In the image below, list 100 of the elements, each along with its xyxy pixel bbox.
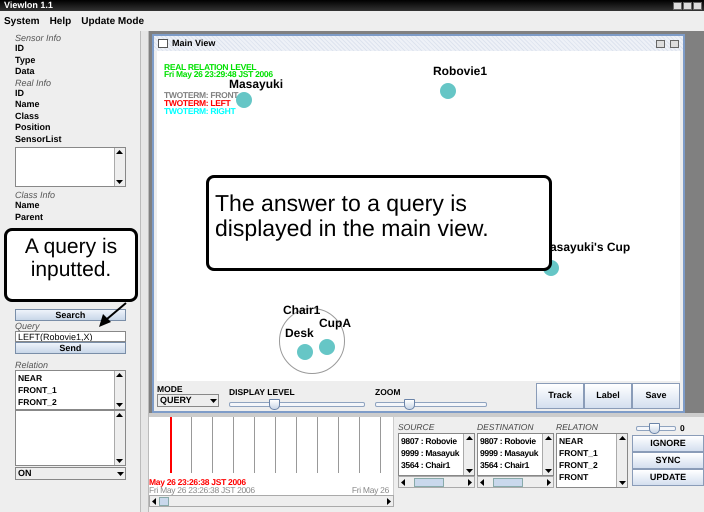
section-heading: Real Info (15, 78, 52, 88)
scrollbar[interactable] (114, 411, 125, 465)
scroll-up-icon[interactable] (544, 434, 552, 443)
scroll-thumb[interactable] (414, 478, 444, 486)
field-label: Class (15, 110, 40, 122)
scrollbar[interactable] (542, 434, 553, 475)
restore-button[interactable] (656, 40, 665, 48)
list-item[interactable]: 9807 : Robovie (480, 435, 540, 447)
close-button[interactable] (692, 2, 702, 10)
node-label: Masayuki (229, 78, 284, 91)
list-item[interactable]: 9999 : Masayuk (480, 447, 540, 459)
scrollbar[interactable] (463, 434, 474, 475)
node-label: Desk (285, 327, 314, 340)
callout: The answer to a query is displayed in the main view. (206, 175, 552, 271)
callout: A query is inputted. (4, 228, 138, 302)
scroll-up-icon[interactable] (464, 434, 474, 443)
field-label: Name (15, 99, 41, 110)
toolbar-button[interactable]: Label (584, 383, 632, 409)
maximize-button[interactable] (682, 2, 692, 10)
field-label: SensorList (15, 134, 63, 145)
field-label: Position (15, 122, 52, 134)
scroll-right-icon[interactable] (384, 496, 393, 506)
dropdown-arrow-icon[interactable] (116, 469, 125, 478)
scroll-thumb[interactable] (493, 478, 523, 486)
field-label: Data (15, 66, 36, 78)
field-label: Parent (15, 212, 44, 223)
legend-item: TWOTERM: FRONT (164, 91, 238, 99)
list-item[interactable]: NEAR (559, 435, 614, 447)
list-item[interactable]: NEAR (18, 372, 112, 384)
node-label: CupA (319, 317, 351, 330)
field-label: Type (15, 54, 36, 66)
node-dot[interactable] (440, 83, 456, 99)
timestamp: Fri May 26 23:29:48 JST 2006 (164, 70, 273, 78)
legend-item: TWOTERM: LEFT (164, 99, 230, 107)
control-label: ZOOM (375, 386, 402, 397)
field-label: ID (15, 88, 25, 99)
node-label: Robovie1 (433, 65, 488, 78)
action-button[interactable]: SYNC (632, 452, 704, 469)
slider-value: 0 (680, 423, 685, 433)
start-time: Fri May 26 23:26:38 JST 2006 (149, 486, 255, 494)
send-button[interactable]: Send (15, 342, 126, 354)
column-heading: RELATION (556, 421, 599, 433)
scroll-down-icon[interactable] (115, 177, 124, 186)
control-label: DISPLAY LEVEL (229, 386, 296, 397)
scrollbar[interactable] (114, 148, 125, 186)
list-item[interactable]: FRONT_2 (559, 459, 614, 471)
section-heading: Class Info (15, 190, 56, 200)
scroll-thumb[interactable] (159, 496, 169, 506)
node-dot[interactable] (297, 344, 313, 360)
list-item[interactable]: FRONT_1 (18, 384, 112, 396)
menu-item[interactable]: System (4, 14, 40, 28)
window-title: Viewlon 1.1 (4, 0, 53, 11)
scroll-down-icon[interactable] (618, 478, 626, 487)
action-button[interactable]: IGNORE (632, 435, 704, 452)
scroll-down-icon[interactable] (115, 456, 124, 465)
slider-thumb[interactable] (649, 422, 660, 434)
overlay-text: REAL RELATION LEVEL (164, 63, 256, 71)
scrollbar[interactable] (616, 434, 627, 487)
minimize-button[interactable] (672, 2, 682, 10)
scrollbar[interactable] (477, 476, 554, 488)
field-label: Relation (15, 360, 50, 370)
toolbar-button[interactable]: Track (536, 383, 584, 409)
column-heading: DESTINATION (477, 421, 535, 433)
control-label: MODE (157, 384, 184, 394)
list-item[interactable]: FRONT_2 (18, 396, 112, 408)
list-item[interactable]: FRONT_1 (559, 447, 614, 459)
list-item[interactable]: FRONT (559, 471, 614, 483)
end-time: Fri May 26 (352, 486, 389, 494)
slider-thumb[interactable] (404, 398, 415, 410)
menu-item[interactable]: Help (50, 14, 72, 28)
time-marker (170, 417, 172, 474)
window-icon (158, 39, 168, 48)
list-item[interactable]: 3564 : Chair1 (480, 459, 540, 471)
search-button[interactable]: Search (15, 309, 126, 321)
scroll-up-icon[interactable] (115, 371, 124, 380)
scroll-up-icon[interactable] (115, 148, 124, 157)
scrollbar[interactable] (114, 371, 125, 409)
node-dot[interactable] (319, 339, 335, 355)
query-field[interactable]: LEFT(Robovie1,X) (15, 331, 126, 342)
mode-dropdown[interactable]: QUERY (157, 394, 219, 407)
scrollbar[interactable] (398, 476, 475, 488)
window-title: Main View (172, 36, 216, 50)
list-item[interactable]: 9999 : Masayuk (401, 447, 461, 459)
node-label: Chair1 (283, 304, 320, 317)
field-label: Query (15, 321, 41, 331)
marker-time: May 26 23:26:38 JST 2006 (149, 478, 246, 486)
scrollbar[interactable] (149, 495, 394, 507)
slider-thumb[interactable] (269, 398, 280, 410)
arrow (99, 302, 127, 327)
field-label: Name (15, 200, 41, 212)
toolbar-button[interactable]: Save (632, 383, 680, 409)
action-button[interactable]: UPDATE (632, 469, 704, 486)
column-heading: SOURCE (398, 421, 436, 433)
menu-item[interactable]: Update Mode (81, 14, 144, 28)
dropdown[interactable]: ON (15, 467, 126, 480)
legend-item: TWOTERM: RIGHT (164, 107, 236, 115)
list-item[interactable]: 3564 : Chair1 (401, 459, 461, 471)
list-item[interactable]: 9807 : Robovie (401, 435, 461, 447)
scroll-up-icon[interactable] (618, 434, 626, 443)
section-heading: Sensor Info (15, 33, 62, 43)
